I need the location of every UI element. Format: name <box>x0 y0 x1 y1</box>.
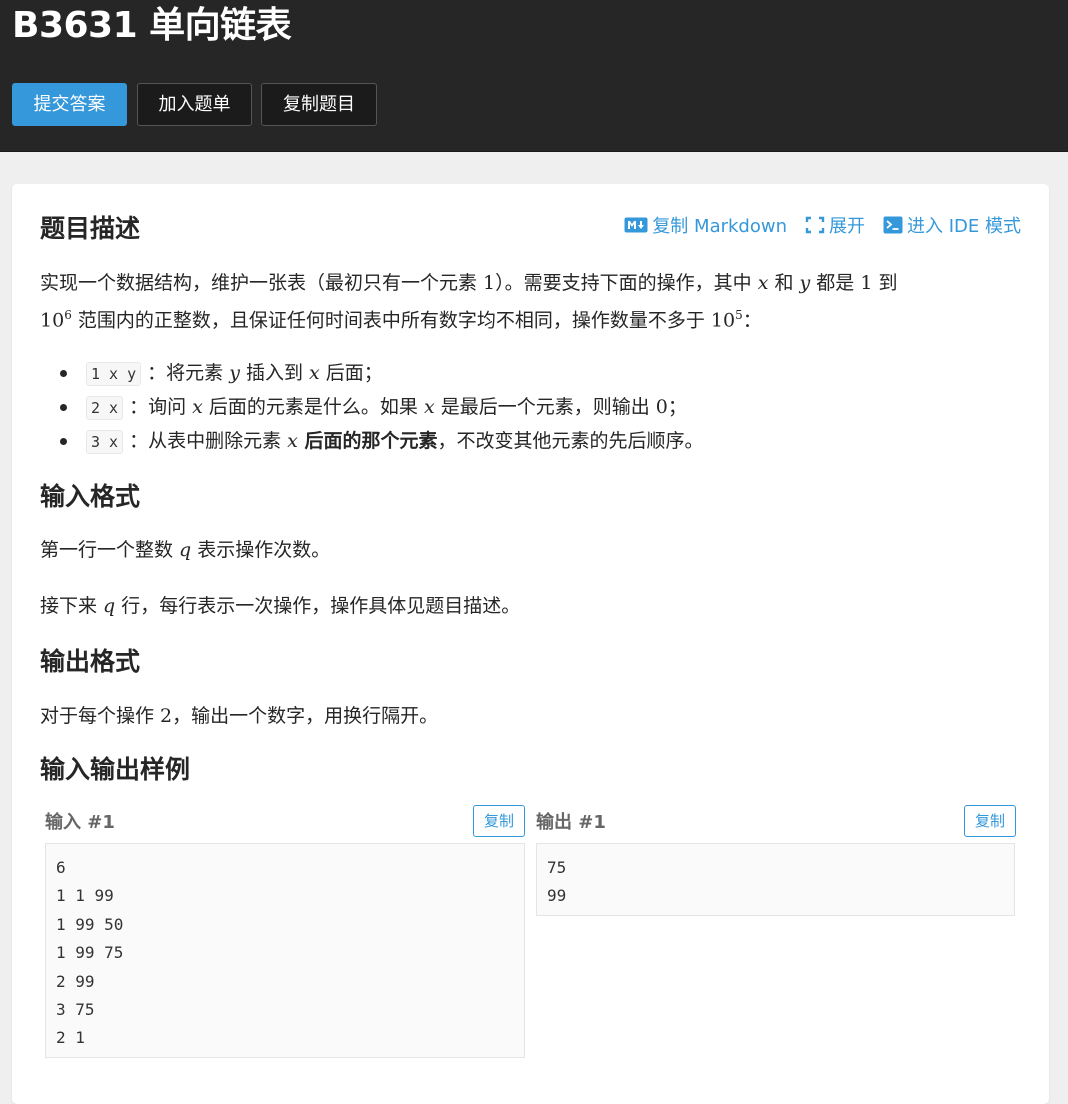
terminal-icon <box>883 216 903 234</box>
sample-output-label: 输出 #1 <box>536 812 606 833</box>
section-title-input-format: 输入格式 <box>40 482 141 511</box>
submit-button[interactable]: 提交答案 <box>12 83 127 126</box>
sample-output-block: 75 99 <box>536 843 1015 916</box>
copy-markdown-label: 复制 Markdown <box>652 216 787 237</box>
section-title-samples: 输入输出样例 <box>40 755 191 784</box>
add-to-list-button[interactable]: 加入题单 <box>137 83 252 126</box>
section-title-output-format: 输出格式 <box>40 647 141 676</box>
description-paragraph: 实现一个数据结构，维护一张表（最初只有一个元素 1）。需要支持下面的操作，其中 … <box>40 272 898 332</box>
list-item: 1 x y ：将元素 y 插入到 x 后面； <box>40 356 704 390</box>
list-item: 3 x ：从表中删除元素 x 后面的那个元素，不改变其他元素的先后顺序。 <box>40 424 704 458</box>
sample-input-label: 输入 #1 <box>45 812 115 833</box>
expand-button[interactable]: 展开 <box>805 212 865 238</box>
problem-title: B3631 单向链表 <box>12 5 292 46</box>
toolbar: 复制 Markdown 展开 进入 IDE 模式 <box>624 212 1021 238</box>
problem-card: 题目描述 复制 Markdown 展开 进入 IDE 模式 实现一个数据结构，维… <box>12 184 1049 1104</box>
sample-input-block: 6 1 1 99 1 99 50 1 99 75 2 99 3 75 2 1 <box>45 843 525 1058</box>
list-item: 2 x ：询问 x 后面的元素是什么。如果 x 是最后一个元素，则输出 0； <box>40 390 704 424</box>
copy-input-button[interactable]: 复制 <box>473 805 525 837</box>
output-format-line: 对于每个操作 2，输出一个数字，用换行隔开。 <box>40 705 439 727</box>
section-title-description: 题目描述 <box>40 214 141 243</box>
markdown-icon <box>624 217 648 233</box>
copy-output-button[interactable]: 复制 <box>964 805 1016 837</box>
problem-header: B3631 单向链表 提交答案 加入题单 复制题目 <box>0 0 1068 152</box>
operations-list: 1 x y ：将元素 y 插入到 x 后面； 2 x ：询问 x 后面的元素是什么。… <box>40 356 704 458</box>
copy-problem-button[interactable]: 复制题目 <box>261 83 377 126</box>
input-format-line-2: 接下来 q 行，每行表示一次操作，操作具体见题目描述。 <box>40 595 521 617</box>
input-format-line-1: 第一行一个整数 q 表示操作次数。 <box>40 539 331 561</box>
ide-mode-button[interactable]: 进入 IDE 模式 <box>883 212 1021 238</box>
ide-mode-label: 进入 IDE 模式 <box>907 216 1021 237</box>
inline-code: 2 x <box>86 396 124 420</box>
inline-code: 1 x y <box>86 362 142 386</box>
copy-markdown-button[interactable]: 复制 Markdown <box>624 212 787 238</box>
expand-icon <box>805 216 825 234</box>
expand-label: 展开 <box>829 216 865 237</box>
inline-code: 3 x <box>86 430 124 454</box>
